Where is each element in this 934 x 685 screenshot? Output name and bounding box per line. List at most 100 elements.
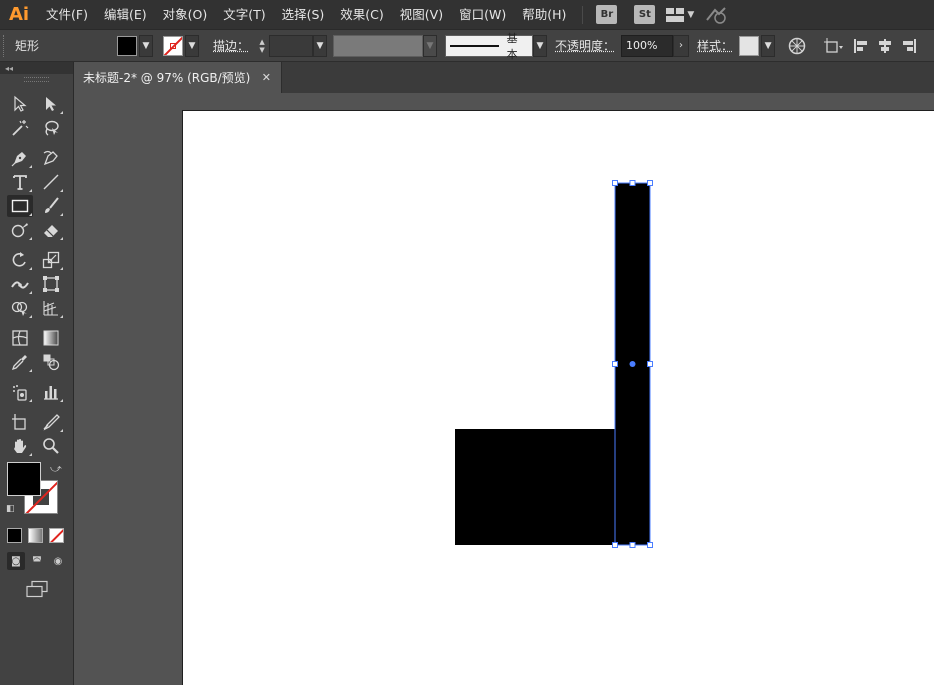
opacity-label[interactable]: 不透明度： bbox=[555, 37, 615, 54]
eyedropper-tool-icon[interactable] bbox=[7, 351, 33, 373]
perspective-grid-tool-icon[interactable] bbox=[38, 297, 64, 319]
direct-selection-tool-icon[interactable] bbox=[38, 93, 64, 115]
align-right-icon[interactable] bbox=[897, 32, 921, 60]
stroke-weight-label[interactable]: 描边： bbox=[213, 37, 249, 54]
brush-definition[interactable]: 基本 bbox=[445, 32, 534, 61]
stroke-weight-input[interactable] bbox=[269, 34, 314, 57]
canvas-area[interactable] bbox=[74, 93, 934, 685]
paintbrush-tool-icon[interactable] bbox=[38, 195, 64, 217]
menu-edit[interactable]: 编辑(E) bbox=[96, 0, 155, 29]
stock-button[interactable]: St bbox=[634, 5, 656, 24]
shaper-tool-icon[interactable] bbox=[7, 219, 33, 241]
zoom-tool-icon[interactable] bbox=[38, 435, 64, 457]
selection-tool-icon[interactable] bbox=[7, 93, 33, 115]
stroke-line-preview bbox=[450, 44, 499, 47]
document-tab-title: 未标题-2* @ 97% (RGB/预览) bbox=[83, 71, 251, 85]
artboard-tool-icon[interactable] bbox=[7, 411, 33, 433]
graphic-style-chevron-down-icon[interactable]: ▼ bbox=[761, 34, 776, 57]
recolor-artwork-icon[interactable] bbox=[785, 32, 809, 60]
slice-tool-icon[interactable] bbox=[38, 411, 64, 433]
change-screen-mode-icon[interactable] bbox=[25, 580, 49, 601]
default-fill-stroke-icon[interactable]: ◧ bbox=[6, 504, 15, 514]
brush-chevron-down-icon[interactable]: ▼ bbox=[533, 34, 548, 57]
menu-window[interactable]: 窗口(W) bbox=[451, 0, 514, 29]
align-left-icon[interactable] bbox=[849, 32, 873, 60]
blend-tool-icon[interactable] bbox=[38, 351, 64, 373]
black-rectangle-left[interactable] bbox=[455, 429, 551, 545]
menu-view[interactable]: 视图(V) bbox=[392, 0, 451, 29]
stroke-dropdown-chevron-down-icon[interactable]: ▼ bbox=[185, 34, 199, 57]
menu-help[interactable]: 帮助(H) bbox=[514, 0, 574, 29]
workspace-layout-icon[interactable]: ▼ bbox=[666, 0, 694, 29]
gradient-mode-icon[interactable] bbox=[28, 527, 43, 543]
black-rectangle-middle[interactable] bbox=[550, 429, 616, 545]
handle-middle-right[interactable] bbox=[647, 361, 653, 367]
draw-behind-icon[interactable]: ◚ bbox=[28, 552, 46, 570]
menu-type[interactable]: 文字(T) bbox=[215, 0, 273, 29]
document-tab-bar: 未标题-2* @ 97% (RGB/预览) ✕ bbox=[74, 62, 934, 93]
line-segment-tool-icon[interactable] bbox=[38, 171, 64, 193]
magic-wand-tool-icon[interactable] bbox=[7, 117, 33, 139]
app-logo: Ai bbox=[8, 4, 30, 25]
document-tab[interactable]: 未标题-2* @ 97% (RGB/预览) ✕ bbox=[74, 62, 282, 93]
artboard[interactable] bbox=[182, 110, 934, 685]
bridge-button[interactable]: Br bbox=[596, 5, 618, 24]
close-icon[interactable]: ✕ bbox=[262, 71, 271, 84]
rectangle-tool-icon[interactable] bbox=[7, 195, 33, 217]
menu-select[interactable]: 选择(S) bbox=[274, 0, 333, 29]
handle-top-left[interactable] bbox=[612, 180, 618, 186]
brush-definition-label: 基本 bbox=[506, 31, 518, 61]
handle-bottom-right[interactable] bbox=[647, 542, 653, 548]
fill-color-box[interactable] bbox=[7, 462, 41, 496]
stroke-weight-chevron-down-icon[interactable]: ▼ bbox=[313, 34, 328, 57]
curvature-tool-icon[interactable] bbox=[38, 147, 64, 169]
width-tool-icon[interactable] bbox=[7, 273, 33, 295]
lasso-tool-icon[interactable] bbox=[38, 117, 64, 139]
none-mode-icon[interactable] bbox=[49, 527, 64, 543]
current-tool-name: 矩形 bbox=[15, 39, 40, 53]
handle-bottom-center[interactable] bbox=[629, 542, 636, 548]
handle-top-right[interactable] bbox=[647, 180, 653, 186]
pen-tool-icon[interactable] bbox=[7, 147, 33, 169]
artwork[interactable] bbox=[183, 111, 934, 685]
gradient-tool-icon[interactable] bbox=[38, 327, 64, 349]
free-transform-tool-icon[interactable] bbox=[38, 273, 64, 295]
tools-panel-collapse-icon[interactable]: ◂◂ bbox=[0, 62, 73, 74]
opacity-chevron-right-icon[interactable]: › bbox=[673, 34, 690, 57]
eraser-tool-icon[interactable] bbox=[38, 219, 64, 241]
gpu-performance-icon[interactable] bbox=[702, 0, 730, 29]
shape-builder-tool-icon[interactable] bbox=[7, 297, 33, 319]
menu-effect[interactable]: 效果(C) bbox=[332, 0, 391, 29]
draw-normal-icon[interactable]: ◙ bbox=[7, 552, 25, 570]
symbol-sprayer-tool-icon[interactable] bbox=[7, 381, 33, 403]
align-horizontal-center-icon[interactable] bbox=[873, 32, 897, 60]
column-graph-tool-icon[interactable] bbox=[38, 381, 64, 403]
transform-icon[interactable] bbox=[819, 32, 849, 60]
handle-middle-left[interactable] bbox=[612, 361, 618, 367]
draw-inside-icon[interactable]: ◉ bbox=[49, 552, 67, 570]
menu-object[interactable]: 对象(O) bbox=[155, 0, 216, 29]
opacity-input[interactable]: 100% bbox=[621, 34, 674, 57]
variable-width-profile[interactable] bbox=[333, 34, 424, 57]
fill-dropdown-chevron-down-icon[interactable]: ▼ bbox=[139, 34, 153, 57]
menu-file[interactable]: 文件(F) bbox=[38, 0, 96, 29]
center-point[interactable] bbox=[629, 361, 636, 367]
stroke-color-swatch[interactable] bbox=[163, 35, 183, 56]
fill-stroke-widget: ⤻ ◧ bbox=[0, 462, 73, 520]
handle-top-center[interactable] bbox=[629, 180, 636, 186]
mesh-tool-icon[interactable] bbox=[7, 327, 33, 349]
variable-width-chevron-down-icon[interactable]: ▼ bbox=[423, 34, 438, 57]
stroke-weight-stepper[interactable]: ▲ ▼ bbox=[255, 35, 269, 57]
handle-bottom-left[interactable] bbox=[612, 542, 618, 548]
hand-tool-icon[interactable] bbox=[7, 435, 33, 457]
fill-color-swatch[interactable] bbox=[117, 35, 137, 56]
type-tool-icon[interactable] bbox=[7, 171, 33, 193]
menu-bar: Ai 文件(F) 编辑(E) 对象(O) 文字(T) 选择(S) 效果(C) 视… bbox=[0, 0, 934, 29]
graphic-style-swatch[interactable] bbox=[739, 35, 760, 56]
graphic-style-label[interactable]: 样式： bbox=[697, 37, 733, 54]
scale-tool-icon[interactable] bbox=[38, 249, 64, 271]
control-bar: 矩形 ▼ ▼ 描边： ▲ ▼ ▼ ▼ 基本 ▼ 不透明度： 100% › 样式： … bbox=[0, 29, 934, 62]
rotate-tool-icon[interactable] bbox=[7, 249, 33, 271]
swap-fill-stroke-icon[interactable]: ⤻ bbox=[50, 462, 62, 476]
color-mode-icon[interactable] bbox=[7, 527, 22, 543]
